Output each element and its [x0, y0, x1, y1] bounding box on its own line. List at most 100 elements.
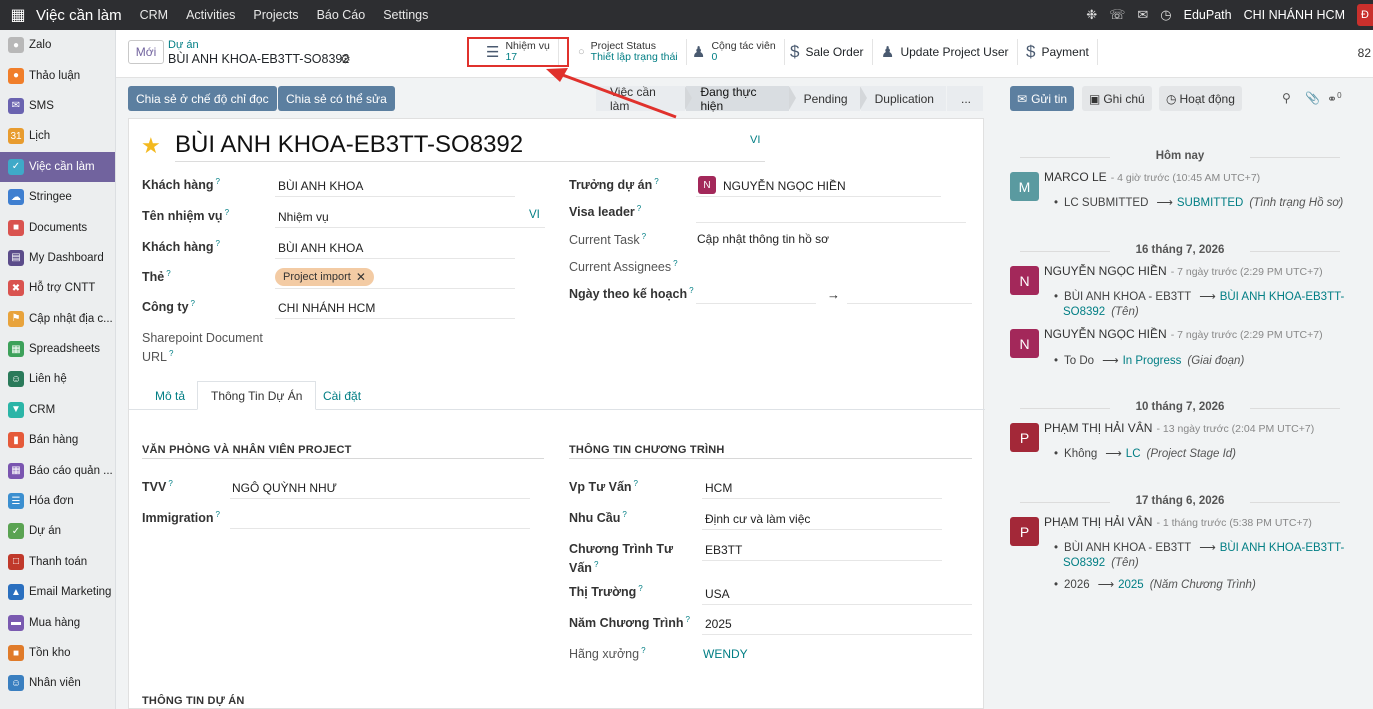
author-name[interactable]: PHẠM THỊ HẢI VÂN — [1044, 421, 1152, 435]
bug-icon[interactable]: ❉ — [1086, 7, 1097, 23]
user-avatar[interactable]: Đ — [1357, 4, 1373, 26]
sidebar-item-18[interactable]: □ Thanh toán — [0, 547, 115, 577]
sidebar-item-7[interactable]: ■ Documents — [0, 212, 115, 242]
field-value-program-year[interactable]: 2025 — [705, 617, 732, 631]
sidebar-item-15[interactable]: ▦ Báo cáo quản ... — [0, 455, 115, 485]
sidebar-item-4[interactable]: 31 Lịch — [0, 121, 115, 151]
field-value-employer[interactable]: WENDY — [703, 647, 748, 661]
sidebar-item-12[interactable]: ☺ Liên hệ — [0, 364, 115, 394]
field-value-customer[interactable]: BÙI ANH KHOA — [278, 179, 363, 193]
field-value-company[interactable]: CHI NHÁNH HCM — [278, 301, 375, 315]
stage-duplication[interactable]: Duplication — [860, 86, 946, 111]
follower-lock-icon[interactable]: ⚭0 — [1327, 91, 1342, 106]
smart-button-collaborators[interactable]: ♟ Cộng tác viên 0 — [684, 39, 785, 65]
author-name[interactable]: MARCO LE — [1044, 170, 1107, 184]
message-author[interactable]: NGUYỄN NGỌC HIỀN - 7 ngày trước (2:29 PM … — [1044, 264, 1323, 278]
sidebar-item-1[interactable]: ● Zalo — [0, 30, 115, 60]
sidebar-item-11[interactable]: ▦ Spreadsheets — [0, 334, 115, 364]
star-icon[interactable]: ★ — [141, 133, 161, 159]
sidebar-item-2[interactable]: ● Thảo luận — [0, 60, 115, 90]
search-icon[interactable]: ⚲ — [1282, 91, 1291, 105]
menu-crm[interactable]: CRM — [140, 8, 168, 22]
sidebar-item-20[interactable]: ▬ Mua hàng — [0, 607, 115, 637]
menu-activities[interactable]: Activities — [186, 8, 235, 22]
tag-label: Project import — [283, 271, 351, 283]
notebook-tabs: Mô tả Thông Tin Dự Án Cài đặt — [129, 381, 985, 410]
avatar[interactable]: N — [1010, 329, 1039, 358]
share-edit-button[interactable]: Chia sẻ có thể sửa — [278, 86, 395, 111]
sidebar-item-19[interactable]: ▲ Email Marketing — [0, 577, 115, 607]
app-icon: ☺ — [8, 675, 24, 692]
menu-reports[interactable]: Báo Cáo — [317, 8, 366, 22]
field-value-consult-office[interactable]: HCM — [705, 481, 732, 495]
menu-projects[interactable]: Projects — [253, 8, 298, 22]
clock-icon[interactable]: ◷ — [1160, 7, 1171, 23]
tab-description[interactable]: Mô tả — [142, 381, 198, 410]
sidebar-item-8[interactable]: ▤ My Dashboard — [0, 243, 115, 273]
field-value-program[interactable]: EB3TT — [705, 543, 742, 557]
avatar[interactable]: P — [1010, 517, 1039, 546]
sidebar-item-16[interactable]: ☰ Hóa đơn — [0, 486, 115, 516]
avatar[interactable]: M — [1010, 172, 1039, 201]
message-author[interactable]: MARCO LE - 4 giờ trước (10:45 AM UTC+7) — [1044, 170, 1260, 184]
sidebar-item-10[interactable]: ⚑ Cập nhật địa c... — [0, 304, 115, 334]
message-author[interactable]: PHẠM THỊ HẢI VÂN - 13 ngày trước (2:04 PM… — [1044, 421, 1314, 435]
smart-button-project-status[interactable]: ○ Project Status Thiết lập trạng thái — [570, 39, 687, 65]
activity-button[interactable]: ◷ Hoạt động — [1159, 86, 1242, 111]
breadcrumb-parent[interactable]: Dự án — [168, 39, 199, 51]
gear-icon[interactable]: ⚙ — [340, 52, 351, 66]
remove-tag-icon[interactable]: ✕ — [356, 270, 366, 284]
sidebar-item-6[interactable]: ☁ Stringee — [0, 182, 115, 212]
paperclip-icon[interactable]: 📎 — [1305, 91, 1320, 105]
field-value-task-name[interactable]: Nhiệm vụ — [278, 210, 329, 224]
stage-in-progress[interactable]: Đang thực hiện — [686, 85, 796, 113]
share-readonly-button[interactable]: Chia sẻ ở chế độ chỉ đọc — [128, 86, 277, 111]
tab-project-info[interactable]: Thông Tin Dự Án — [197, 381, 317, 410]
menu-settings[interactable]: Settings — [383, 8, 428, 22]
app-grid-icon[interactable]: ▦ — [0, 0, 36, 30]
sidebar-item-22[interactable]: ☺ Nhân viên — [0, 668, 115, 698]
author-name[interactable]: NGUYỄN NGỌC HIỀN — [1044, 327, 1167, 341]
sidebar-item-9[interactable]: ✖ Hỗ trợ CNTT — [0, 273, 115, 303]
field-value-project-manager[interactable]: NGUYỄN NGỌC HIỀN — [723, 179, 846, 193]
tag-project-import[interactable]: Project import ✕ — [275, 268, 374, 286]
field-value-customer-2[interactable]: BÙI ANH KHOA — [278, 241, 363, 255]
phone-icon[interactable]: ☏ — [1109, 7, 1125, 23]
sidebar-item-14[interactable]: ▮ Bán hàng — [0, 425, 115, 455]
stage-more[interactable]: ... — [946, 86, 983, 111]
send-message-button[interactable]: ✉ Gửi tin — [1010, 86, 1075, 111]
avatar[interactable]: N — [1010, 266, 1039, 295]
smart-button-payment[interactable]: $ Payment — [1018, 39, 1098, 65]
lang-toggle-task[interactable]: VI — [529, 209, 540, 221]
app-title[interactable]: Việc cần làm — [36, 7, 122, 24]
bullet: • — [1054, 448, 1059, 460]
sidebar-item-21[interactable]: ■ Tồn kho — [0, 638, 115, 668]
field-value-tvv[interactable]: NGÔ QUỲNH NHƯ — [232, 481, 337, 495]
new-value-cont: SO8392 — [1063, 306, 1106, 318]
activity-label: Hoạt động — [1179, 91, 1235, 106]
smart-button-sale-order[interactable]: $ Sale Order — [782, 39, 873, 65]
avatar[interactable]: P — [1010, 423, 1039, 452]
author-name[interactable]: NGUYỄN NGỌC HIỀN — [1044, 264, 1167, 278]
branch-switcher[interactable]: CHI NHÁNH HCM — [1244, 8, 1345, 22]
author-name[interactable]: PHẠM THỊ HẢI VÂN — [1044, 515, 1152, 529]
sidebar-item-3[interactable]: ✉ SMS — [0, 91, 115, 121]
app-icon: ▮ — [8, 432, 24, 449]
message-author[interactable]: NGUYỄN NGỌC HIỀN - 7 ngày trước (2:29 PM … — [1044, 327, 1323, 341]
new-button[interactable]: Mới — [128, 40, 164, 64]
field-value-needs[interactable]: Định cư và làm việc — [705, 512, 810, 526]
field-value-market[interactable]: USA — [705, 587, 730, 601]
tab-settings[interactable]: Cài đặt — [310, 381, 374, 410]
sidebar-item-17[interactable]: ✓ Dự án — [0, 516, 115, 546]
record-title[interactable]: BÙI ANH KHOA-EB3TT-SO8392 — [175, 131, 523, 159]
log-note-button[interactable]: ▣ Ghi chú — [1082, 86, 1152, 111]
stage-todo[interactable]: Việc cần làm — [596, 85, 693, 113]
company-name[interactable]: EduPath — [1184, 8, 1232, 22]
message-author[interactable]: PHẠM THỊ HẢI VÂN - 1 tháng trước (5:38 PM… — [1044, 515, 1312, 529]
sidebar-item-13[interactable]: ▼ CRM — [0, 395, 115, 425]
smart-button-update-project-user[interactable]: ♟ Update Project User — [873, 39, 1018, 65]
sidebar-item-5[interactable]: ✓ Việc cần làm — [0, 151, 115, 182]
lang-toggle[interactable]: VI — [750, 134, 760, 146]
stage-pending[interactable]: Pending — [789, 86, 867, 111]
chat-icon[interactable]: ✉ — [1137, 7, 1148, 23]
